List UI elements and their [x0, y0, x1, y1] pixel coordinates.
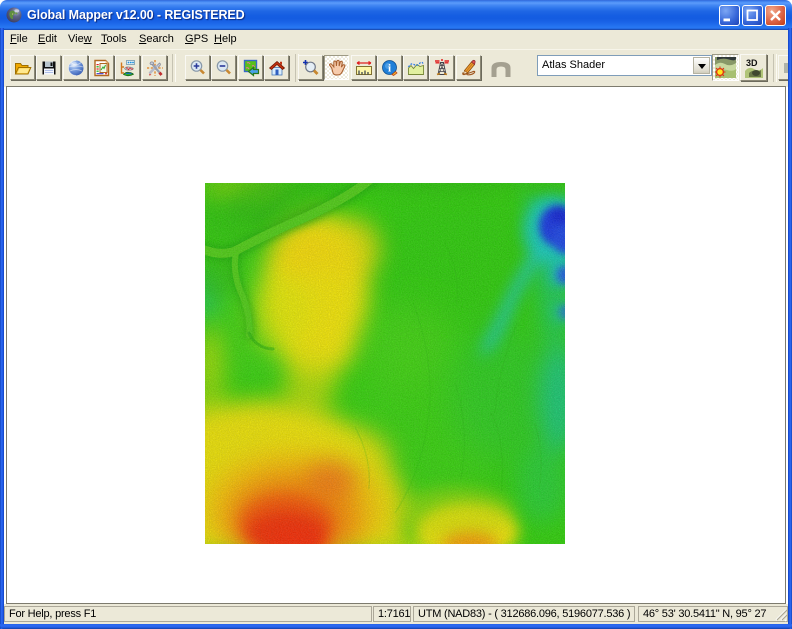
svg-text:3D: 3D: [746, 58, 758, 68]
svg-text:i: i: [388, 63, 391, 75]
